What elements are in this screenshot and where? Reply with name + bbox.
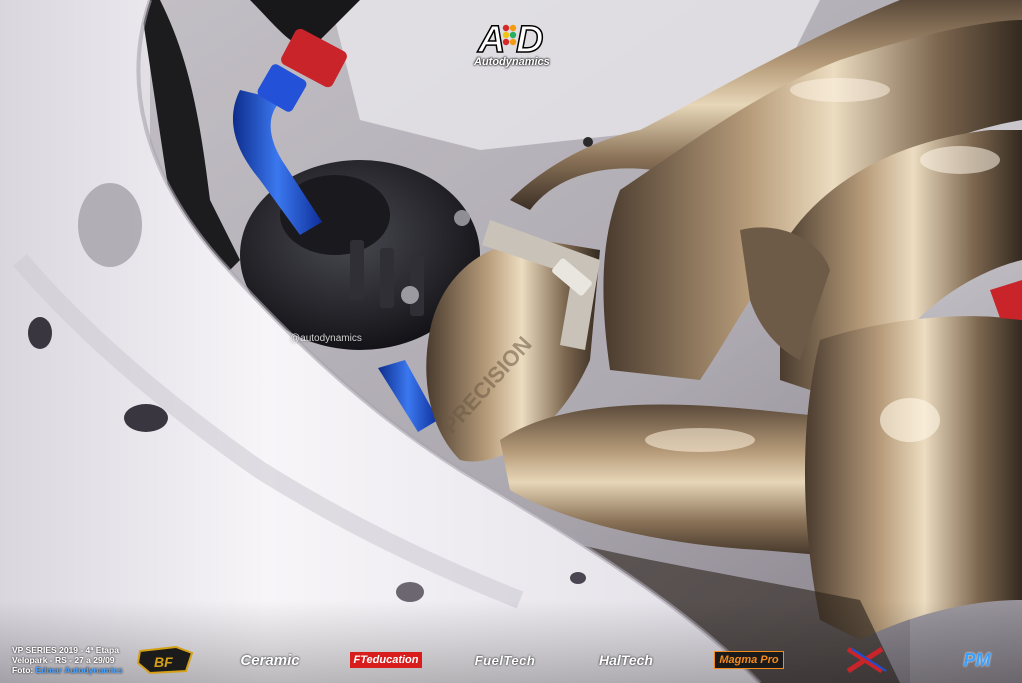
- photo: PRECISION A D Autodynamics @autodynamics…: [0, 0, 1022, 683]
- sponsor-logo-bf-racing: BF: [136, 645, 196, 675]
- caption-venue: Velopark - RS - 27 a 29/09: [12, 655, 115, 665]
- frame-hole: [570, 572, 586, 584]
- svg-text:D: D: [516, 19, 543, 56]
- frame-hole: [396, 582, 424, 602]
- sponsor-logo-haltech: HalTech: [599, 652, 653, 668]
- bov-bolt: [401, 286, 419, 304]
- sponsor-logo-fteducation: FTeducation: [344, 645, 428, 675]
- frame-hole: [28, 317, 52, 349]
- autodynamics-logo-text: Autodynamics: [474, 56, 550, 68]
- pipe-highlight: [645, 428, 755, 452]
- x-race-emblem-icon: [846, 646, 887, 674]
- wall-hole: [583, 137, 593, 147]
- caption-credit: Foto: Edmar Autodynamics: [12, 665, 123, 675]
- exhaust-pipe: [805, 316, 1022, 640]
- bov-bolt: [454, 210, 470, 226]
- sponsor-logo-pm-cambio: PM: [963, 649, 991, 670]
- svg-text:A: A: [477, 19, 505, 56]
- caption-credit-name: Edmar Autodynamics: [35, 665, 123, 675]
- bov-fin: [410, 256, 424, 316]
- bf-racing-shield-icon: BF: [136, 645, 194, 675]
- bov-fin: [350, 240, 364, 300]
- photo-caption: VP SERIES 2019 - 4ª Etapa Velopark - RS …: [12, 645, 123, 675]
- frame-hole: [78, 183, 142, 267]
- pipe-highlight: [880, 398, 940, 442]
- caption-credit-label: Foto:: [12, 665, 36, 675]
- autodynamics-logo-mark: A D: [476, 18, 544, 56]
- sponsor-logo-x-race: [828, 645, 902, 675]
- svg-text:BF: BF: [154, 654, 173, 670]
- frame-hole: [124, 404, 168, 432]
- caption-event: VP SERIES 2019 - 4ª Etapa: [12, 645, 119, 655]
- sponsor-logo-magma-pro: Magma Pro: [705, 645, 793, 675]
- sponsor-logo-ceramic-power: Ceramic: [240, 651, 300, 669]
- autodynamics-logo: A D Autodynamics: [474, 18, 550, 74]
- pipe-highlight: [790, 78, 890, 102]
- sponsor-logo-fueltech: FuelTech: [474, 652, 536, 668]
- bov-fin: [380, 248, 394, 308]
- pipe-highlight: [920, 146, 1000, 174]
- engine-bay-scene: PRECISION: [0, 0, 1022, 683]
- watermark-handle: @autodynamics: [290, 333, 362, 344]
